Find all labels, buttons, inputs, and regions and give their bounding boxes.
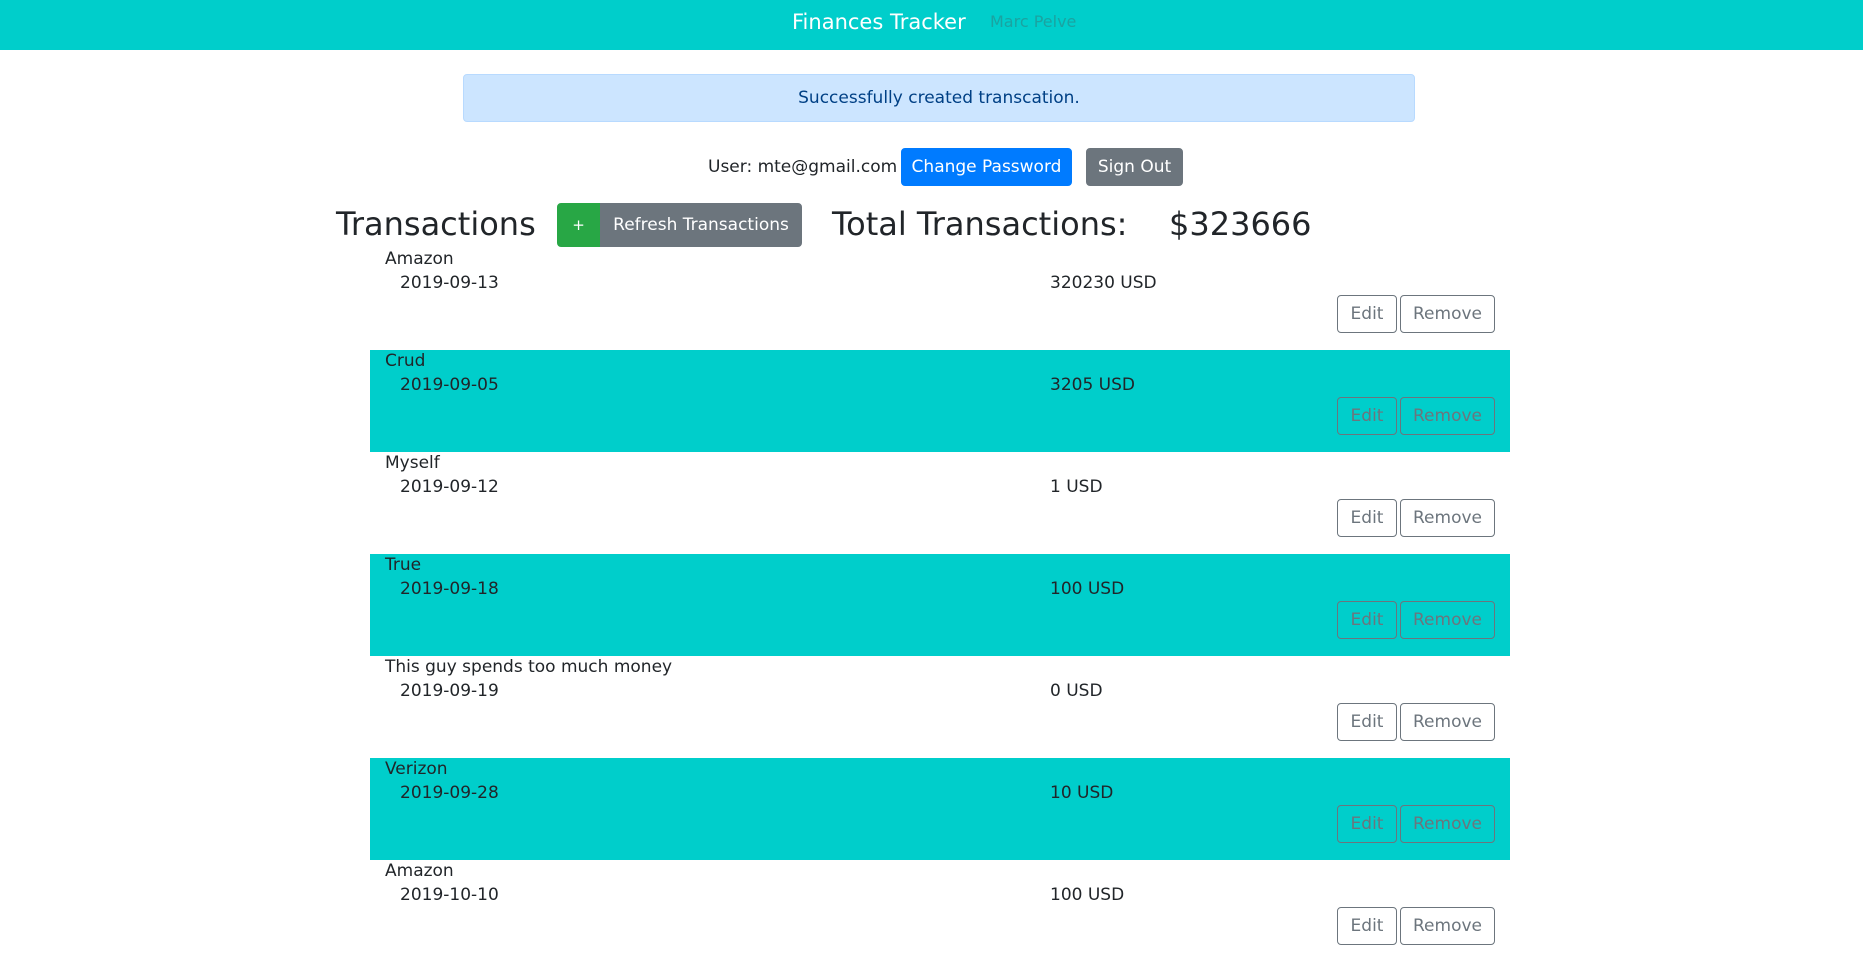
transaction-row: This guy spends too much money 2019-09-1… — [370, 656, 1510, 758]
success-alert: Successfully created transcation. — [463, 74, 1415, 122]
transaction-date: 2019-09-28 — [400, 783, 499, 803]
remove-button[interactable]: Remove — [1400, 805, 1495, 843]
transaction-amount: 0 USD — [1050, 681, 1103, 701]
transaction-name: Amazon — [385, 861, 454, 881]
navbar: Finances Tracker Marc Pelve — [0, 0, 1863, 50]
remove-button[interactable]: Remove — [1400, 907, 1495, 945]
transaction-name: Crud — [385, 351, 426, 371]
transactions-list: Amazon 2019-09-13 320230 USD Edit Remove… — [370, 248, 1510, 962]
transaction-date: 2019-09-18 — [400, 579, 499, 599]
total-transactions-value: $323666 — [1169, 205, 1312, 243]
transaction-date: 2019-09-19 — [400, 681, 499, 701]
remove-button[interactable]: Remove — [1400, 703, 1495, 741]
transaction-row: Verizon 2019-09-28 10 USD Edit Remove — [370, 758, 1510, 860]
brand-link[interactable]: Finances Tracker — [792, 9, 966, 35]
edit-button[interactable]: Edit — [1337, 601, 1397, 639]
transaction-row: Amazon 2019-10-10 100 USD Edit Remove — [370, 860, 1510, 962]
refresh-transactions-button[interactable]: Refresh Transactions — [600, 203, 802, 247]
edit-button[interactable]: Edit — [1337, 397, 1397, 435]
edit-button[interactable]: Edit — [1337, 295, 1397, 333]
remove-button[interactable]: Remove — [1400, 295, 1495, 333]
transaction-amount: 320230 USD — [1050, 273, 1157, 293]
user-email-label: User: mte@gmail.com — [708, 157, 898, 177]
edit-button[interactable]: Edit — [1337, 805, 1397, 843]
change-password-button[interactable]: Change Password — [901, 148, 1072, 186]
transaction-name: Amazon — [385, 249, 454, 269]
edit-button[interactable]: Edit — [1337, 907, 1397, 945]
transaction-row: Myself 2019-09-12 1 USD Edit Remove — [370, 452, 1510, 554]
transactions-heading: Transactions — [336, 205, 536, 243]
transaction-row: True 2019-09-18 100 USD Edit Remove — [370, 554, 1510, 656]
transaction-date: 2019-10-10 — [400, 885, 499, 905]
remove-button[interactable]: Remove — [1400, 397, 1495, 435]
transaction-date: 2019-09-13 — [400, 273, 499, 293]
transaction-amount: 3205 USD — [1050, 375, 1135, 395]
transaction-name: This guy spends too much money — [385, 657, 673, 677]
transaction-date: 2019-09-05 — [400, 375, 499, 395]
transaction-amount: 1 USD — [1050, 477, 1103, 497]
sign-out-button[interactable]: Sign Out — [1086, 148, 1183, 186]
transaction-amount: 100 USD — [1050, 885, 1125, 905]
transaction-name: Myself — [385, 453, 440, 473]
total-transactions-label: Total Transactions: — [832, 205, 1128, 243]
transaction-name: Verizon — [385, 759, 448, 779]
transaction-row: Crud 2019-09-05 3205 USD Edit Remove — [370, 350, 1510, 452]
nav-user-link[interactable]: Marc Pelve — [990, 12, 1076, 32]
edit-button[interactable]: Edit — [1337, 499, 1397, 537]
remove-button[interactable]: Remove — [1400, 601, 1495, 639]
remove-button[interactable]: Remove — [1400, 499, 1495, 537]
transaction-name: True — [385, 555, 422, 575]
edit-button[interactable]: Edit — [1337, 703, 1397, 741]
transaction-row: Amazon 2019-09-13 320230 USD Edit Remove — [370, 248, 1510, 350]
add-transaction-button[interactable]: + — [557, 203, 600, 247]
transaction-amount: 100 USD — [1050, 579, 1125, 599]
transaction-amount: 10 USD — [1050, 783, 1114, 803]
transaction-date: 2019-09-12 — [400, 477, 499, 497]
